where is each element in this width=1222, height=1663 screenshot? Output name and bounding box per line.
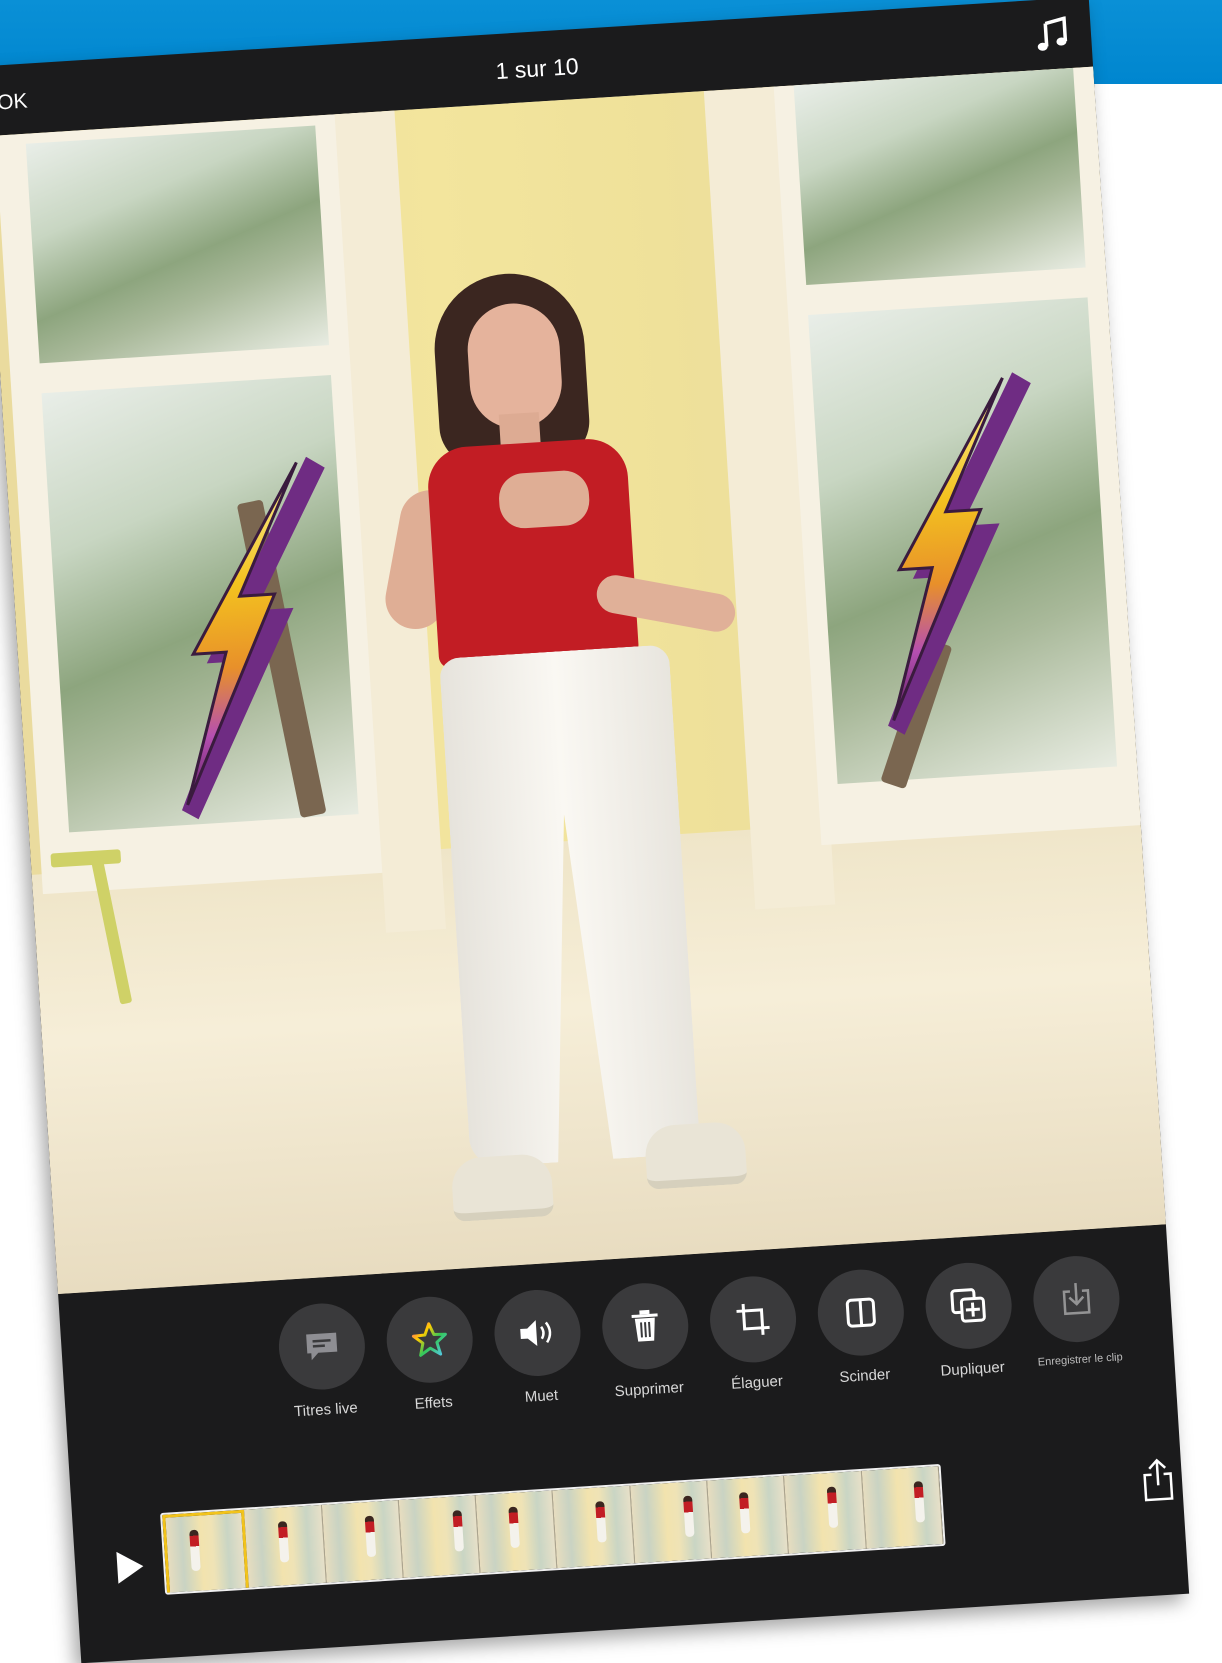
- save-clip-circle: [1030, 1253, 1123, 1345]
- speaker-icon: [520, 1320, 552, 1347]
- clip-thumbnail-selected[interactable]: [162, 1509, 250, 1595]
- red-shirt: [425, 436, 640, 669]
- clip-filmstrip[interactable]: [160, 1463, 946, 1595]
- thumbnail-dancer: [508, 1506, 521, 1548]
- live-titles-button[interactable]: Titres live: [269, 1300, 376, 1421]
- thumbnail-dancer: [364, 1515, 377, 1557]
- play-icon: [116, 1551, 144, 1584]
- clip-thumbnail[interactable]: [321, 1500, 404, 1583]
- lightning-sticker-left-icon[interactable]: [156, 456, 348, 826]
- right-window-pane-top: [793, 67, 1086, 286]
- effects-label: Effets: [414, 1393, 454, 1413]
- clip-thumbnail[interactable]: [244, 1504, 327, 1588]
- crop-icon: [736, 1303, 770, 1335]
- split-label: Scinder: [838, 1365, 891, 1387]
- split-circle: [815, 1267, 907, 1359]
- save-clip-button[interactable]: Enregistrer le clip: [1024, 1253, 1131, 1369]
- duplicate-label: Dupliquer: [940, 1358, 1006, 1380]
- mute-circle: [491, 1287, 584, 1379]
- live-titles-circle: [276, 1300, 368, 1393]
- share-button[interactable]: [1139, 1457, 1178, 1503]
- delete-circle: [599, 1280, 691, 1372]
- thumbnail-dancer: [739, 1492, 751, 1534]
- clip-thumbnail[interactable]: [398, 1495, 481, 1578]
- thumbnail-dancer: [277, 1521, 290, 1563]
- thumbnail-dancer: [189, 1529, 201, 1571]
- duplicate-circle: [923, 1260, 1015, 1352]
- trim-button[interactable]: Élaguer: [700, 1273, 807, 1394]
- effects-button[interactable]: Effets: [377, 1294, 484, 1415]
- mute-button[interactable]: Muet: [485, 1287, 592, 1408]
- face: [464, 300, 565, 432]
- thumbnail-dancer: [913, 1481, 925, 1523]
- thumbnail-dancer: [682, 1495, 695, 1537]
- music-button[interactable]: [1034, 16, 1072, 54]
- delete-button[interactable]: Supprimer: [593, 1280, 700, 1401]
- effects-circle: [384, 1294, 476, 1386]
- mute-label: Muet: [524, 1386, 559, 1406]
- clip-thumbnail[interactable]: [861, 1466, 944, 1549]
- save-clip-label: Enregistrer le clip: [1037, 1351, 1124, 1369]
- thumbnail-dancer: [595, 1501, 608, 1543]
- thumbnail-dancer: [826, 1486, 838, 1528]
- live-titles-label: Titres live: [293, 1399, 359, 1421]
- duplicate-button[interactable]: Dupliquer: [916, 1260, 1023, 1381]
- lightning-sticker-right-icon[interactable]: [862, 371, 1054, 741]
- dancer: [375, 259, 796, 1260]
- clip-thumbnail[interactable]: [784, 1470, 867, 1554]
- trim-circle: [707, 1273, 799, 1366]
- clip-thumbnail[interactable]: [552, 1485, 635, 1569]
- thumbnail-dancer: [452, 1510, 464, 1552]
- delete-label: Supprimer: [614, 1378, 685, 1401]
- trim-label: Élaguer: [730, 1372, 784, 1393]
- clips-editor-screen: OK 1 sur 10 Titres live Effets Muet Supp…: [0, 0, 1190, 1663]
- save-clip-icon: [1062, 1283, 1091, 1316]
- speech-bubble-icon: [306, 1332, 338, 1361]
- star-icon: [411, 1322, 447, 1357]
- right-shoe: [643, 1120, 748, 1190]
- fist: [497, 469, 591, 530]
- left-window-pane-top: [25, 125, 330, 364]
- music-note-icon: [1037, 16, 1068, 51]
- split-button[interactable]: Scinder: [808, 1267, 915, 1388]
- trash-icon: [631, 1309, 658, 1342]
- video-preview[interactable]: [0, 66, 1166, 1295]
- clip-thumbnail[interactable]: [475, 1490, 558, 1574]
- clip-thumbnail[interactable]: [630, 1480, 713, 1564]
- duplicate-icon: [950, 1288, 986, 1323]
- split-icon: [845, 1297, 876, 1328]
- clip-thumbnail[interactable]: [707, 1475, 790, 1559]
- share-icon: [1143, 1458, 1174, 1502]
- left-shoe: [450, 1152, 555, 1222]
- white-pants: [439, 644, 701, 1167]
- play-button[interactable]: [112, 1548, 146, 1586]
